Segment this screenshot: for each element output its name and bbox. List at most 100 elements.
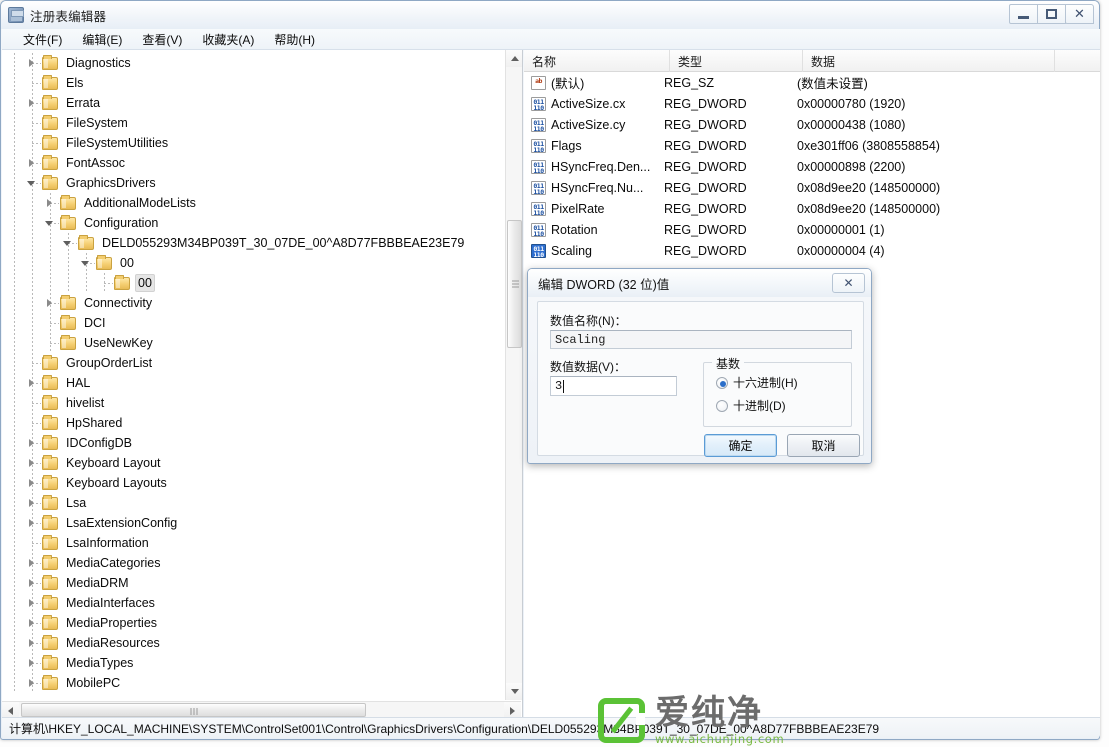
scroll-down-arrow-icon[interactable] xyxy=(506,683,522,700)
menu-item-edit[interactable]: 编辑(E) xyxy=(73,29,131,50)
tree-item[interactable]: HAL xyxy=(2,373,504,393)
tree-item[interactable]: GroupOrderList xyxy=(2,353,504,373)
tree-item[interactable]: Configuration xyxy=(2,213,504,233)
tree-scrollbar-thumb[interactable] xyxy=(507,220,522,348)
tree-item[interactable]: FontAssoc xyxy=(2,153,504,173)
tree-item[interactable]: MediaProperties xyxy=(2,613,504,633)
chevron-right-icon[interactable] xyxy=(25,493,42,513)
tree-item[interactable]: Connectivity xyxy=(2,293,504,313)
close-button[interactable]: ✕ xyxy=(1065,4,1094,24)
table-row[interactable]: ab (默认) REG_SZ (数值未设置) xyxy=(524,72,1100,93)
chevron-right-icon[interactable] xyxy=(25,53,42,73)
table-row[interactable]: 011 110 ActiveSize.cy REG_DWORD 0x00000438 (… xyxy=(524,114,1100,135)
chevron-right-icon[interactable] xyxy=(25,373,42,393)
chevron-down-icon[interactable] xyxy=(43,213,60,233)
menu-item-help[interactable]: 帮助(H) xyxy=(265,29,324,50)
radio-decimal[interactable]: 十进制(D) xyxy=(716,397,786,414)
chevron-right-icon[interactable] xyxy=(25,653,42,673)
tree-item[interactable]: Diagnostics xyxy=(2,53,504,73)
table-row[interactable]: 011 110 PixelRate REG_DWORD 0x08d9ee20 (1485… xyxy=(524,198,1100,219)
table-row[interactable]: 011 110 Flags REG_DWORD 0xe301ff06 (38085588… xyxy=(524,135,1100,156)
tree-item[interactable]: HpShared xyxy=(2,413,504,433)
tree-indent-guide xyxy=(14,593,15,613)
chevron-right-icon[interactable] xyxy=(43,193,60,213)
tree-item[interactable]: Keyboard Layouts xyxy=(2,473,504,493)
tree-item[interactable]: GraphicsDrivers xyxy=(2,173,504,193)
tree-item[interactable]: MobilePC xyxy=(2,673,504,693)
tree-item[interactable]: MediaResources xyxy=(2,633,504,653)
menu-item-view[interactable]: 查看(V) xyxy=(133,29,191,50)
registry-key-tree[interactable]: Diagnostics Els Errata FileSystem FileSystem… xyxy=(2,50,504,700)
chevron-right-icon[interactable] xyxy=(25,593,42,613)
chevron-right-icon[interactable] xyxy=(43,293,60,313)
tree-item[interactable]: IDConfigDB xyxy=(2,433,504,453)
table-row[interactable]: 011 110 HSyncFreq.Den... REG_DWORD 0x0000089… xyxy=(524,156,1100,177)
column-header-name[interactable]: 名称 xyxy=(524,50,670,72)
folder-icon xyxy=(78,234,94,250)
radio-hexadecimal[interactable]: 十六进制(H) xyxy=(716,374,798,391)
chevron-right-icon[interactable] xyxy=(25,673,42,693)
chevron-right-icon[interactable] xyxy=(25,473,42,493)
tree-item[interactable]: 00 xyxy=(2,273,504,293)
table-row[interactable]: 011 110 Rotation REG_DWORD 0x00000001 (1) xyxy=(524,219,1100,240)
tree-item[interactable]: Keyboard Layout xyxy=(2,453,504,473)
tree-item[interactable]: LsaExtensionConfig xyxy=(2,513,504,533)
tree-item[interactable]: AdditionalModeLists xyxy=(2,193,504,213)
tree-item[interactable]: UseNewKey xyxy=(2,333,504,353)
tree-item[interactable]: DELD055293M34BP039T_30_07DE_00^A8D77FBBB… xyxy=(2,233,504,253)
folder-icon xyxy=(42,154,58,170)
chevron-right-icon[interactable] xyxy=(25,553,42,573)
tree-item[interactable]: Errata xyxy=(2,93,504,113)
chevron-right-icon[interactable] xyxy=(25,613,42,633)
chevron-right-icon[interactable] xyxy=(25,513,42,533)
tree-item[interactable]: MediaDRM xyxy=(2,573,504,593)
ok-button[interactable]: 确定 xyxy=(704,434,777,457)
chevron-right-icon[interactable] xyxy=(25,633,42,653)
column-header-type[interactable]: 类型 xyxy=(670,50,803,72)
chevron-right-icon[interactable] xyxy=(25,453,42,473)
maximize-button[interactable] xyxy=(1037,4,1066,24)
tree-item[interactable]: MediaTypes xyxy=(2,653,504,673)
tree-item[interactable]: FileSystemUtilities xyxy=(2,133,504,153)
value-type-cell: REG_DWORD xyxy=(664,243,747,258)
tree-hscrollbar-thumb[interactable] xyxy=(21,703,366,717)
scroll-left-arrow-icon[interactable] xyxy=(2,702,19,718)
tree-item[interactable]: 00 xyxy=(2,253,504,273)
dialog-close-button[interactable]: ✕ xyxy=(832,273,865,293)
value-data-input[interactable]: 3 xyxy=(550,376,677,396)
chevron-right-icon[interactable] xyxy=(25,93,42,113)
minimize-button[interactable] xyxy=(1009,4,1038,24)
value-name-input[interactable]: Scaling xyxy=(550,330,852,349)
chevron-right-icon[interactable] xyxy=(25,153,42,173)
chevron-down-icon[interactable] xyxy=(79,253,96,273)
column-header-data[interactable]: 数据 xyxy=(803,50,1055,72)
tree-item[interactable]: LsaInformation xyxy=(2,533,504,553)
tree-item[interactable]: MediaInterfaces xyxy=(2,593,504,613)
dialog-titlebar: 编辑 DWORD (32 位)值 ✕ xyxy=(528,269,871,297)
table-row[interactable]: 011 110 HSyncFreq.Nu... REG_DWORD 0x08d9ee20… xyxy=(524,177,1100,198)
tree-item[interactable]: Lsa xyxy=(2,493,504,513)
menu-item-file[interactable]: 文件(F) xyxy=(14,29,71,50)
tree-horizontal-scrollbar[interactable] xyxy=(2,701,521,718)
tree-item[interactable]: DCI xyxy=(2,313,504,333)
tree-vertical-scrollbar[interactable] xyxy=(505,50,522,700)
tree-indent-guide xyxy=(32,273,33,293)
value-name-text: Scaling xyxy=(555,332,606,347)
menu-bar: 文件(F) 编辑(E) 查看(V) 收藏夹(A) 帮助(H) xyxy=(2,29,1100,50)
table-row[interactable]: 011 110 Scaling REG_DWORD 0x00000004 (4) xyxy=(524,240,1100,261)
chevron-down-icon[interactable] xyxy=(25,173,42,193)
scroll-right-arrow-icon[interactable] xyxy=(504,702,521,718)
menu-item-favorites[interactable]: 收藏夹(A) xyxy=(193,29,263,50)
tree-item[interactable]: Els xyxy=(2,73,504,93)
scroll-up-arrow-icon[interactable] xyxy=(506,50,522,67)
tree-item[interactable]: hivelist xyxy=(2,393,504,413)
chevron-right-icon[interactable] xyxy=(25,433,42,453)
tree-item[interactable]: MediaCategories xyxy=(2,553,504,573)
chevron-down-icon[interactable] xyxy=(61,233,78,253)
cancel-button[interactable]: 取消 xyxy=(787,434,860,457)
chevron-right-icon[interactable] xyxy=(25,573,42,593)
folder-icon xyxy=(60,194,76,210)
table-row[interactable]: 011 110 ActiveSize.cx REG_DWORD 0x00000780 (… xyxy=(524,93,1100,114)
tree-item[interactable]: FileSystem xyxy=(2,113,504,133)
